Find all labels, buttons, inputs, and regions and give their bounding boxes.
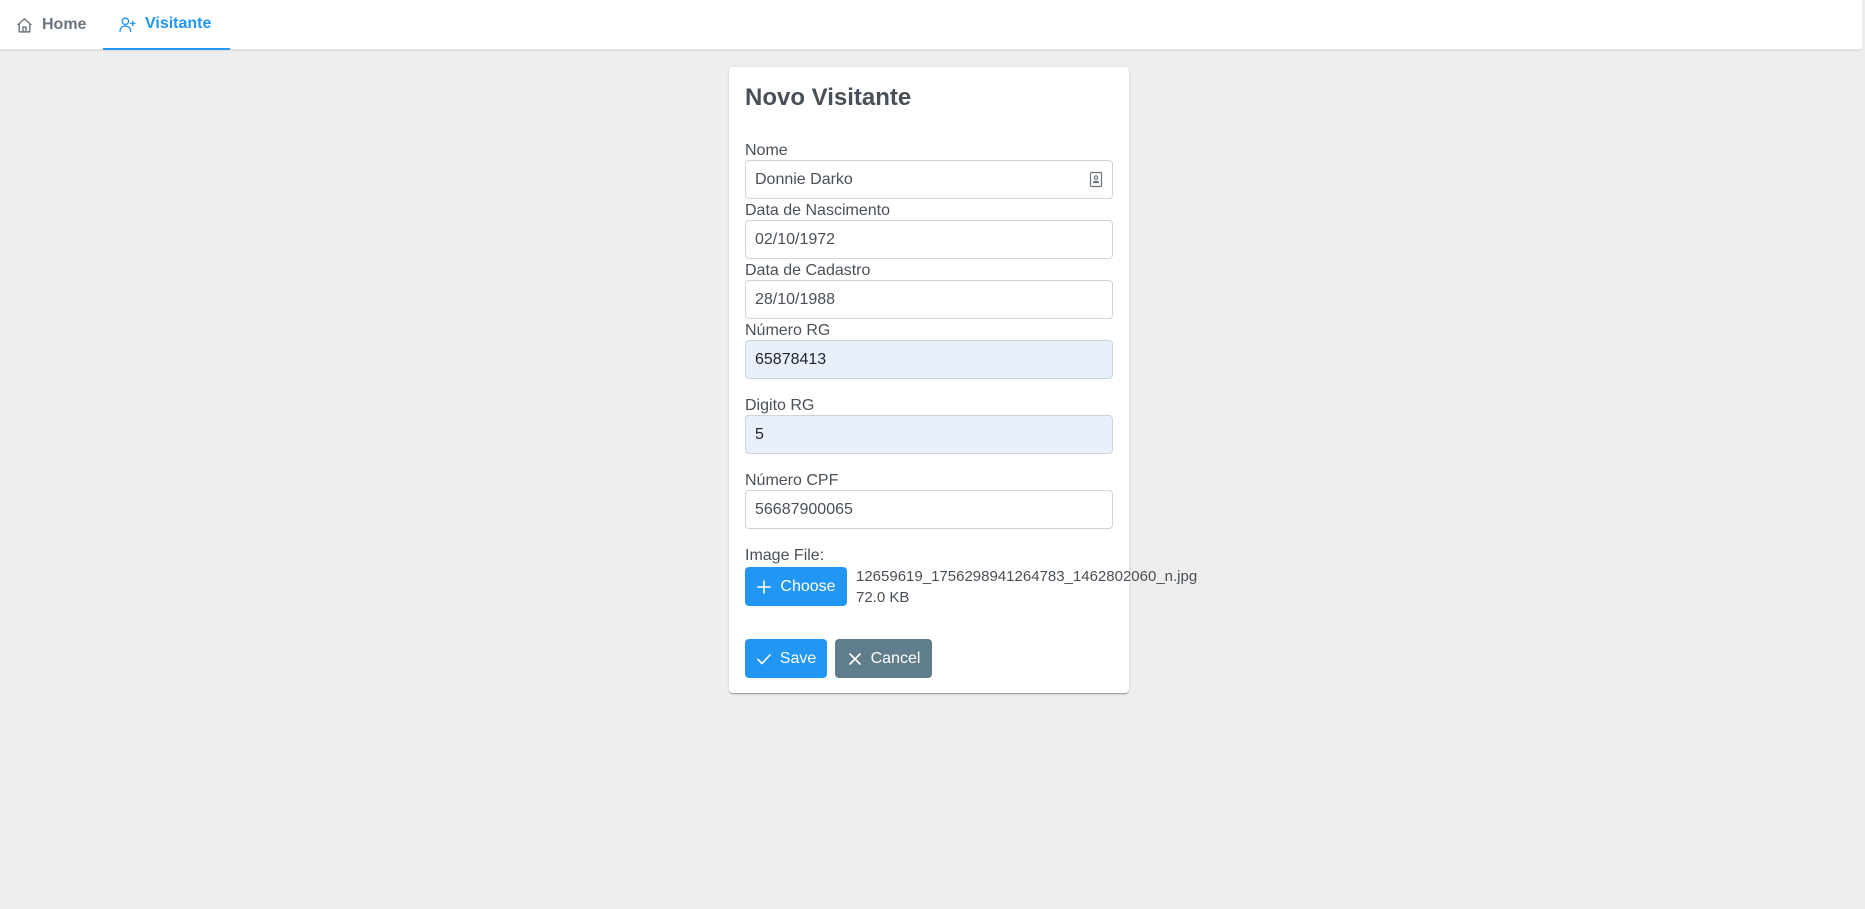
- save-label: Save: [779, 649, 817, 667]
- digito-rg-label: Digito RG: [745, 397, 815, 414]
- digito-rg-input[interactable]: [745, 415, 1113, 454]
- numero-cpf-label: Número CPF: [745, 472, 839, 489]
- save-button[interactable]: Save: [745, 639, 827, 678]
- numero-cpf-input[interactable]: [745, 490, 1113, 529]
- tab-home[interactable]: Home: [0, 0, 103, 50]
- data-nascimento-input[interactable]: [745, 220, 1113, 259]
- file-size: 72.0 KB: [856, 589, 910, 606]
- contact-card-icon[interactable]: [1089, 171, 1103, 188]
- tab-visitante[interactable]: Visitante: [103, 0, 230, 50]
- nome-input[interactable]: [745, 160, 1113, 199]
- image-file-label: Image File:: [745, 547, 825, 564]
- data-cadastro-input[interactable]: [745, 280, 1113, 319]
- top-menubar: Home Visitante: [0, 0, 1862, 50]
- cancel-label: Cancel: [870, 649, 921, 667]
- choose-file-label: Choose: [780, 577, 836, 595]
- data-nascimento-label: Data de Nascimento: [745, 202, 890, 219]
- numero-rg-label: Número RG: [745, 322, 831, 339]
- choose-file-button[interactable]: Choose: [745, 567, 847, 606]
- check-icon: [756, 653, 771, 664]
- nome-label: Nome: [745, 142, 788, 159]
- user-plus-icon: [119, 16, 136, 32]
- tab-visitante-label: Visitante: [145, 15, 212, 32]
- cancel-button[interactable]: Cancel: [835, 639, 932, 678]
- plus-icon: [757, 579, 772, 594]
- file-name: 12659619_1756298941264783_1462802060_n.j…: [856, 568, 1198, 585]
- page-title: Novo Visitante: [745, 84, 912, 111]
- close-icon: [848, 652, 861, 665]
- data-cadastro-label: Data de Cadastro: [745, 262, 871, 279]
- tab-home-label: Home: [42, 16, 87, 33]
- home-icon: [17, 17, 32, 33]
- numero-rg-input[interactable]: [745, 340, 1113, 379]
